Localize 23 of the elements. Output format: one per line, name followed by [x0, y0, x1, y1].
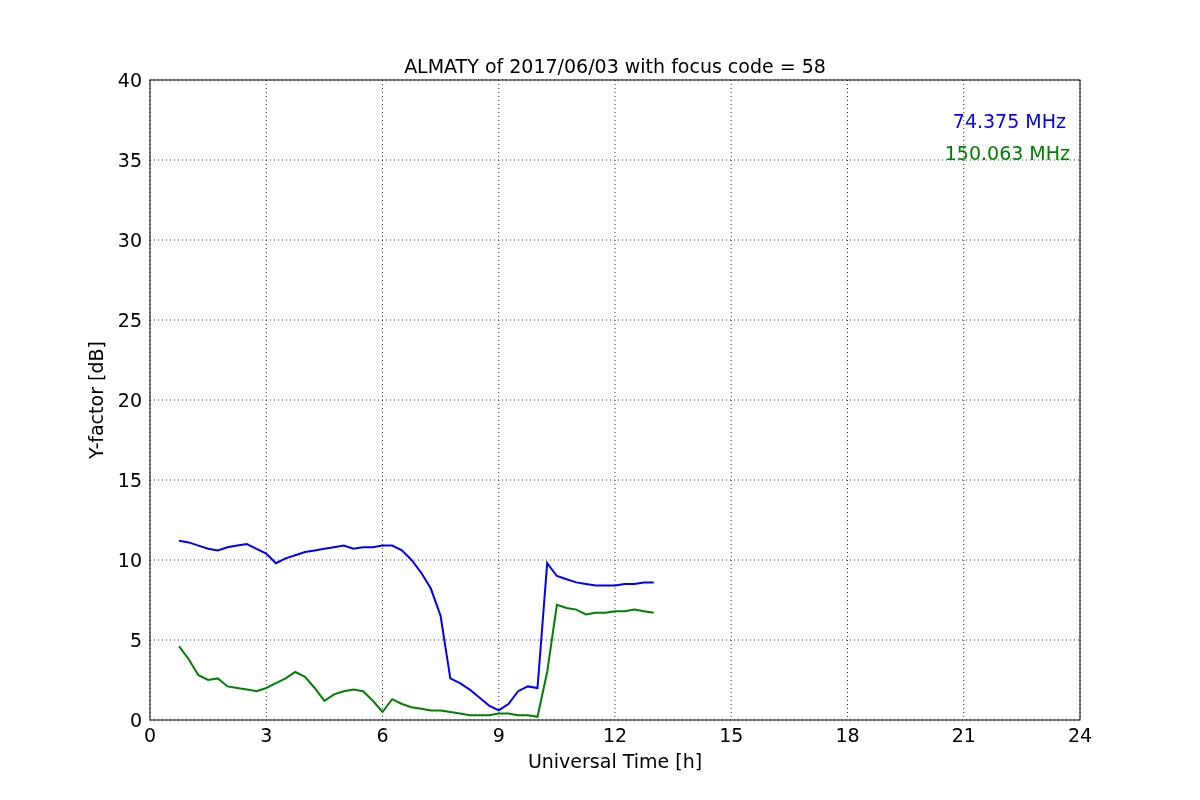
legend-label: 74.375 MHz	[952, 110, 1066, 132]
y-tick-label: 10	[117, 549, 142, 571]
y-tick-label: 35	[117, 149, 142, 171]
chart-title: ALMATY of 2017/06/03 with focus code = 58	[404, 55, 826, 77]
x-tick-label: 24	[1067, 724, 1093, 746]
x-tick-label: 3	[260, 724, 273, 746]
x-tick-label: 18	[835, 724, 860, 746]
y-tick-label: 25	[117, 309, 142, 331]
x-tick-label: 15	[719, 724, 744, 746]
y-tick-label: 20	[117, 389, 142, 411]
y-tick-label: 0	[129, 709, 142, 731]
x-tick-label: 9	[492, 724, 505, 746]
y-tick-label: 40	[117, 69, 142, 91]
x-tick-label: 6	[376, 724, 389, 746]
legend-label: 150.063 MHz	[944, 142, 1070, 164]
x-tick-label: 21	[951, 724, 976, 746]
x-axis-label: Universal Time [h]	[527, 750, 703, 772]
y-axis-label: Y-factor [dB]	[85, 341, 107, 459]
x-tick-label: 12	[602, 724, 628, 746]
x-tick-label: 0	[143, 724, 157, 746]
y-tick-label: 15	[117, 469, 142, 491]
y-tick-label: 5	[129, 629, 142, 651]
y-tick-label: 30	[117, 229, 142, 251]
